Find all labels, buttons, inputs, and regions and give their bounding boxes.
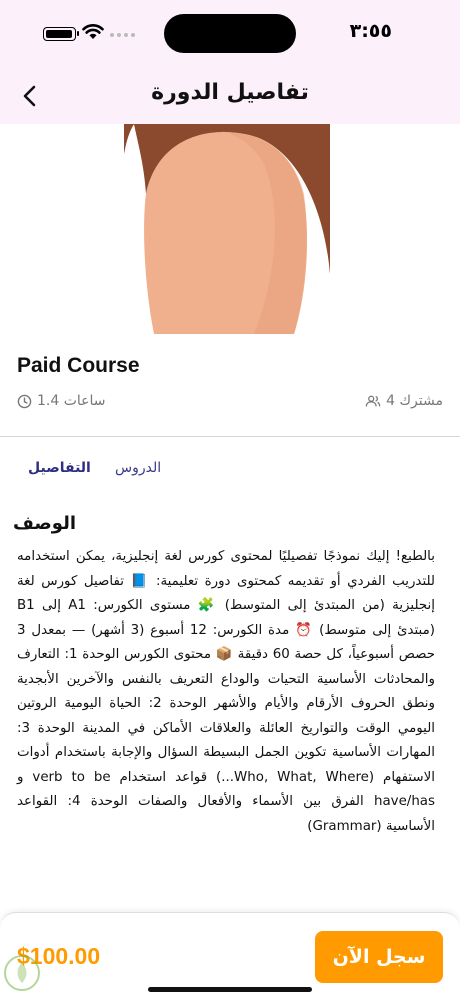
course-tabs: التفاصيل الدروس [0, 456, 460, 486]
tab-details[interactable]: التفاصيل [28, 460, 91, 476]
bottom-bar: $100.00 سجل الآن [0, 912, 460, 1000]
home-indicator [148, 987, 312, 992]
description-body: بالطبع! إليك نموذجًا تفصيليًا لمحتوى كور… [17, 549, 435, 834]
chevron-left-icon [23, 85, 36, 107]
divider [0, 436, 460, 437]
clock-icon [17, 394, 32, 408]
wifi-icon [82, 24, 104, 39]
watermark-logo [4, 955, 40, 991]
cellular-signal-icon [110, 33, 135, 37]
status-time: ٣:٥٥ [349, 20, 392, 42]
avatar-illustration [124, 124, 330, 334]
register-button[interactable]: سجل الآن [315, 931, 443, 983]
status-bar: ٣:٥٥ [0, 0, 460, 60]
back-button[interactable] [14, 80, 46, 112]
nav-bar: تفاصيل الدورة [0, 72, 460, 120]
participants-info: مشترك 4 [365, 393, 443, 409]
users-icon [365, 395, 381, 407]
battery-icon [43, 27, 79, 41]
dynamic-island [164, 14, 296, 53]
duration-text: ساعات 1.4 [37, 393, 106, 409]
course-meta: ساعات 1.4 مشترك 4 [17, 390, 443, 412]
tab-lessons[interactable]: الدروس [115, 460, 161, 476]
description-heading: الوصف [12, 513, 76, 534]
participants-text: مشترك 4 [386, 393, 443, 409]
page-title: تفاصيل الدورة [151, 80, 309, 105]
course-title: Paid Course [17, 354, 140, 377]
duration-info: ساعات 1.4 [17, 393, 106, 409]
course-image [124, 124, 330, 334]
